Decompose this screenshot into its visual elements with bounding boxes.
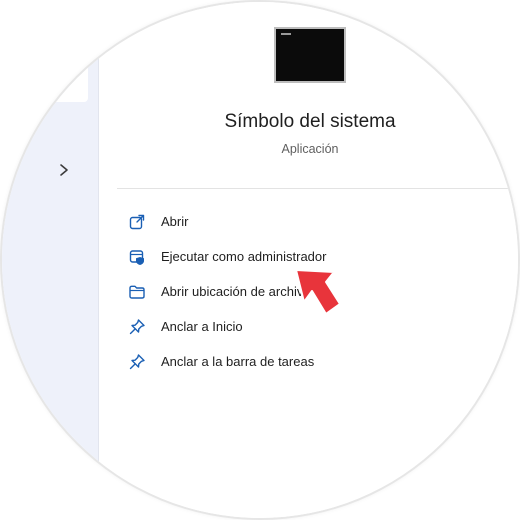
menu-item-label: Abrir: [161, 214, 189, 229]
folder-icon: [128, 283, 146, 301]
app-type-label: Aplicación: [281, 142, 339, 156]
screenshot-stage: Símbolo del sistema Aplicación Abrir Eje…: [0, 0, 520, 520]
divider: [117, 188, 518, 189]
run-as-admin-shield-icon: [128, 248, 146, 266]
pin-to-taskbar-action[interactable]: Anclar a la barra de tareas: [117, 344, 477, 379]
pin-icon: [128, 353, 146, 371]
terminal-window-icon: [274, 27, 346, 83]
terminal-prompt-glyph: [281, 33, 291, 35]
left-pane-top-card: [2, 2, 88, 102]
pin-icon: [128, 318, 146, 336]
open-external-icon: [128, 213, 146, 231]
magnifier-circle: Símbolo del sistema Aplicación Abrir Eje…: [2, 2, 518, 518]
menu-item-label: Anclar a Inicio: [161, 319, 243, 334]
chevron-right-icon[interactable]: [57, 160, 71, 180]
open-action[interactable]: Abrir: [117, 204, 477, 239]
red-arrow-pointer-icon: [282, 264, 344, 330]
app-title: Símbolo del sistema: [224, 111, 396, 132]
menu-item-label: Anclar a la barra de tareas: [161, 354, 315, 369]
menu-item-label: Ejecutar como administrador: [161, 249, 327, 264]
left-navigation-pane: [2, 2, 99, 518]
